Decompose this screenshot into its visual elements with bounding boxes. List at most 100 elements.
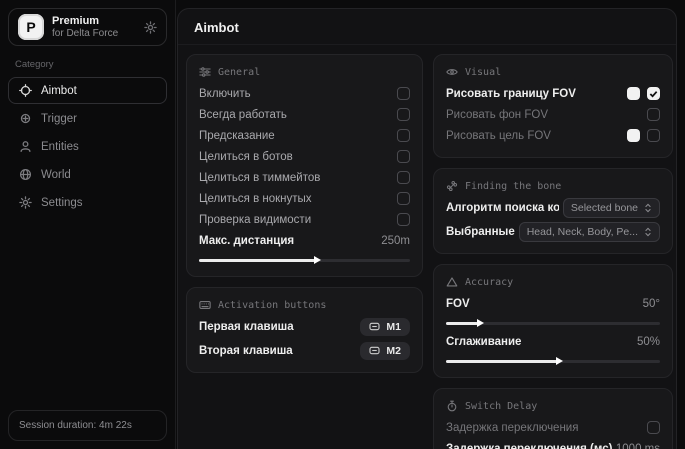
toggle-label: Целиться в ботов xyxy=(199,151,293,163)
checkbox-visibility-check[interactable] xyxy=(397,213,410,226)
keyboard-icon xyxy=(199,299,211,311)
card-accuracy-title: Accuracy xyxy=(446,276,660,288)
slider-fill xyxy=(199,259,315,262)
keybind-row: Первая клавиша M1 xyxy=(199,316,410,337)
column-right: Visual Рисовать границу FOV Рисовать фон… xyxy=(433,54,673,449)
brand-card: P Premium for Delta Force xyxy=(8,8,167,46)
slider-label: FOV xyxy=(446,298,470,310)
toggle-label: Целиться в нокнутых xyxy=(199,193,312,205)
toggle-row: Целиться в ботов xyxy=(199,146,410,167)
keybind-button-2[interactable]: M2 xyxy=(360,342,410,360)
crosshair-icon xyxy=(19,84,32,97)
max-distance-slider[interactable] xyxy=(199,255,410,265)
sidebar-item-aimbot[interactable]: Aimbot xyxy=(8,77,167,104)
checkbox-draw-fov-target[interactable] xyxy=(647,129,660,142)
color-swatch[interactable] xyxy=(627,129,640,142)
card-accuracy: Accuracy FOV 50° Сглаживание 50% xyxy=(433,264,673,378)
page-title: Aimbot xyxy=(194,20,660,35)
toggle-label: Рисовать границу FOV xyxy=(446,88,576,100)
toggle-label: Включить xyxy=(199,88,251,100)
slider-value: 50% xyxy=(637,336,660,348)
slider-fill xyxy=(446,360,557,363)
card-title-label: Switch Delay xyxy=(465,401,537,412)
toggle-row: Целиться в нокнутых xyxy=(199,188,410,209)
checkbox-target-knocked[interactable] xyxy=(397,192,410,205)
main-header: Aimbot xyxy=(178,9,676,45)
keybind-row: Вторая клавиша M2 xyxy=(199,340,410,361)
trigger-icon xyxy=(19,112,32,125)
toggle-row: Целиться в тиммейтов xyxy=(199,167,410,188)
checkbox-draw-fov-border[interactable] xyxy=(647,87,660,100)
brand-title: Premium xyxy=(52,15,136,28)
keybind-value: M2 xyxy=(386,345,401,357)
sidebar-item-label: Settings xyxy=(41,197,83,209)
toggle-row: Всегда работать xyxy=(199,104,410,125)
checkbox-always-work[interactable] xyxy=(397,108,410,121)
selected-bones-select[interactable]: Head, Neck, Body, Pe... xyxy=(519,222,660,242)
sidebar-item-label: Trigger xyxy=(41,113,77,125)
checkbox-target-teammates[interactable] xyxy=(397,171,410,184)
main-panel: Aimbot General Включить xyxy=(177,8,677,449)
slider-label: Задержка переключения (мс) xyxy=(446,443,612,449)
category-label: Category xyxy=(15,59,167,70)
card-general: General Включить Всегда работать Предска… xyxy=(186,54,423,277)
color-swatch[interactable] xyxy=(627,87,640,100)
card-title-label: General xyxy=(218,67,260,78)
toggle-label: Проверка видимости xyxy=(199,214,311,226)
bone-algorithm-select[interactable]: Selected bone xyxy=(563,198,660,218)
settings-gear-icon xyxy=(19,196,32,209)
sidebar-item-label: Aimbot xyxy=(41,85,77,97)
slider-row: Сглаживание 50% xyxy=(446,331,660,352)
toggle-label: Предсказание xyxy=(199,130,275,142)
toggle-label: Рисовать фон FOV xyxy=(446,109,548,121)
card-general-title: General xyxy=(199,66,410,78)
gear-icon[interactable] xyxy=(144,21,157,34)
toggle-label: Всегда работать xyxy=(199,109,287,121)
checkbox-enable[interactable] xyxy=(397,87,410,100)
toggle-row: Проверка видимости xyxy=(199,209,410,230)
timer-icon xyxy=(446,400,458,412)
brand-text: Premium for Delta Force xyxy=(52,15,136,39)
toggle-row: Рисовать границу FOV xyxy=(446,83,660,104)
select-label: Алгоритм поиска кост xyxy=(446,202,559,214)
toggle-label: Целиться в тиммейтов xyxy=(199,172,320,184)
checkbox-switch-delay[interactable] xyxy=(647,421,660,434)
sidebar-item-world[interactable]: World xyxy=(8,161,167,188)
content: General Включить Всегда работать Предска… xyxy=(178,45,676,449)
card-activation-title: Activation buttons xyxy=(199,299,410,311)
card-finding-the-bone: Finding the bone Алгоритм поиска кост Se… xyxy=(433,168,673,254)
select-label: Выбранные кос xyxy=(446,226,515,238)
sidebar-item-settings[interactable]: Settings xyxy=(8,189,167,216)
chevrons-up-down-icon xyxy=(644,227,652,237)
triangle-icon xyxy=(446,276,458,288)
checkbox-prediction[interactable] xyxy=(397,129,410,142)
slider-row: Макс. дистанция 250m xyxy=(199,230,410,251)
toggle-row: Рисовать фон FOV xyxy=(446,104,660,125)
toggle-row: Предсказание xyxy=(199,125,410,146)
sidebar-item-entities[interactable]: Entities xyxy=(8,133,167,160)
checkbox-target-bots[interactable] xyxy=(397,150,410,163)
column-left: General Включить Всегда работать Предска… xyxy=(186,54,423,373)
slider-fill xyxy=(446,322,478,325)
keybind-button-1[interactable]: M1 xyxy=(360,318,410,336)
chevrons-up-down-icon xyxy=(644,203,652,213)
card-title-label: Visual xyxy=(465,67,501,78)
card-title-label: Accuracy xyxy=(465,277,513,288)
select-row: Выбранные кос Head, Neck, Body, Pe... xyxy=(446,221,660,242)
eye-icon xyxy=(446,66,458,78)
toggle-row: Задержка переключения xyxy=(446,417,660,438)
smoothing-slider[interactable] xyxy=(446,356,660,366)
card-visual-title: Visual xyxy=(446,66,660,78)
card-switch-delay: Switch Delay Задержка переключения Задер… xyxy=(433,388,673,449)
checkbox-draw-fov-background[interactable] xyxy=(647,108,660,121)
slider-row: Задержка переключения (мс) 1000 ms xyxy=(446,438,660,449)
sidebar-nav: Aimbot Trigger Entities xyxy=(8,77,167,216)
slider-value: 50° xyxy=(643,298,660,310)
fov-slider[interactable] xyxy=(446,318,660,328)
select-value: Selected bone xyxy=(571,202,638,214)
slider-value: 250m xyxy=(381,235,410,247)
slider-label: Макс. дистанция xyxy=(199,235,294,247)
card-title-label: Finding the bone xyxy=(465,181,561,192)
sidebar-item-trigger[interactable]: Trigger xyxy=(8,105,167,132)
bone-icon xyxy=(446,180,458,192)
